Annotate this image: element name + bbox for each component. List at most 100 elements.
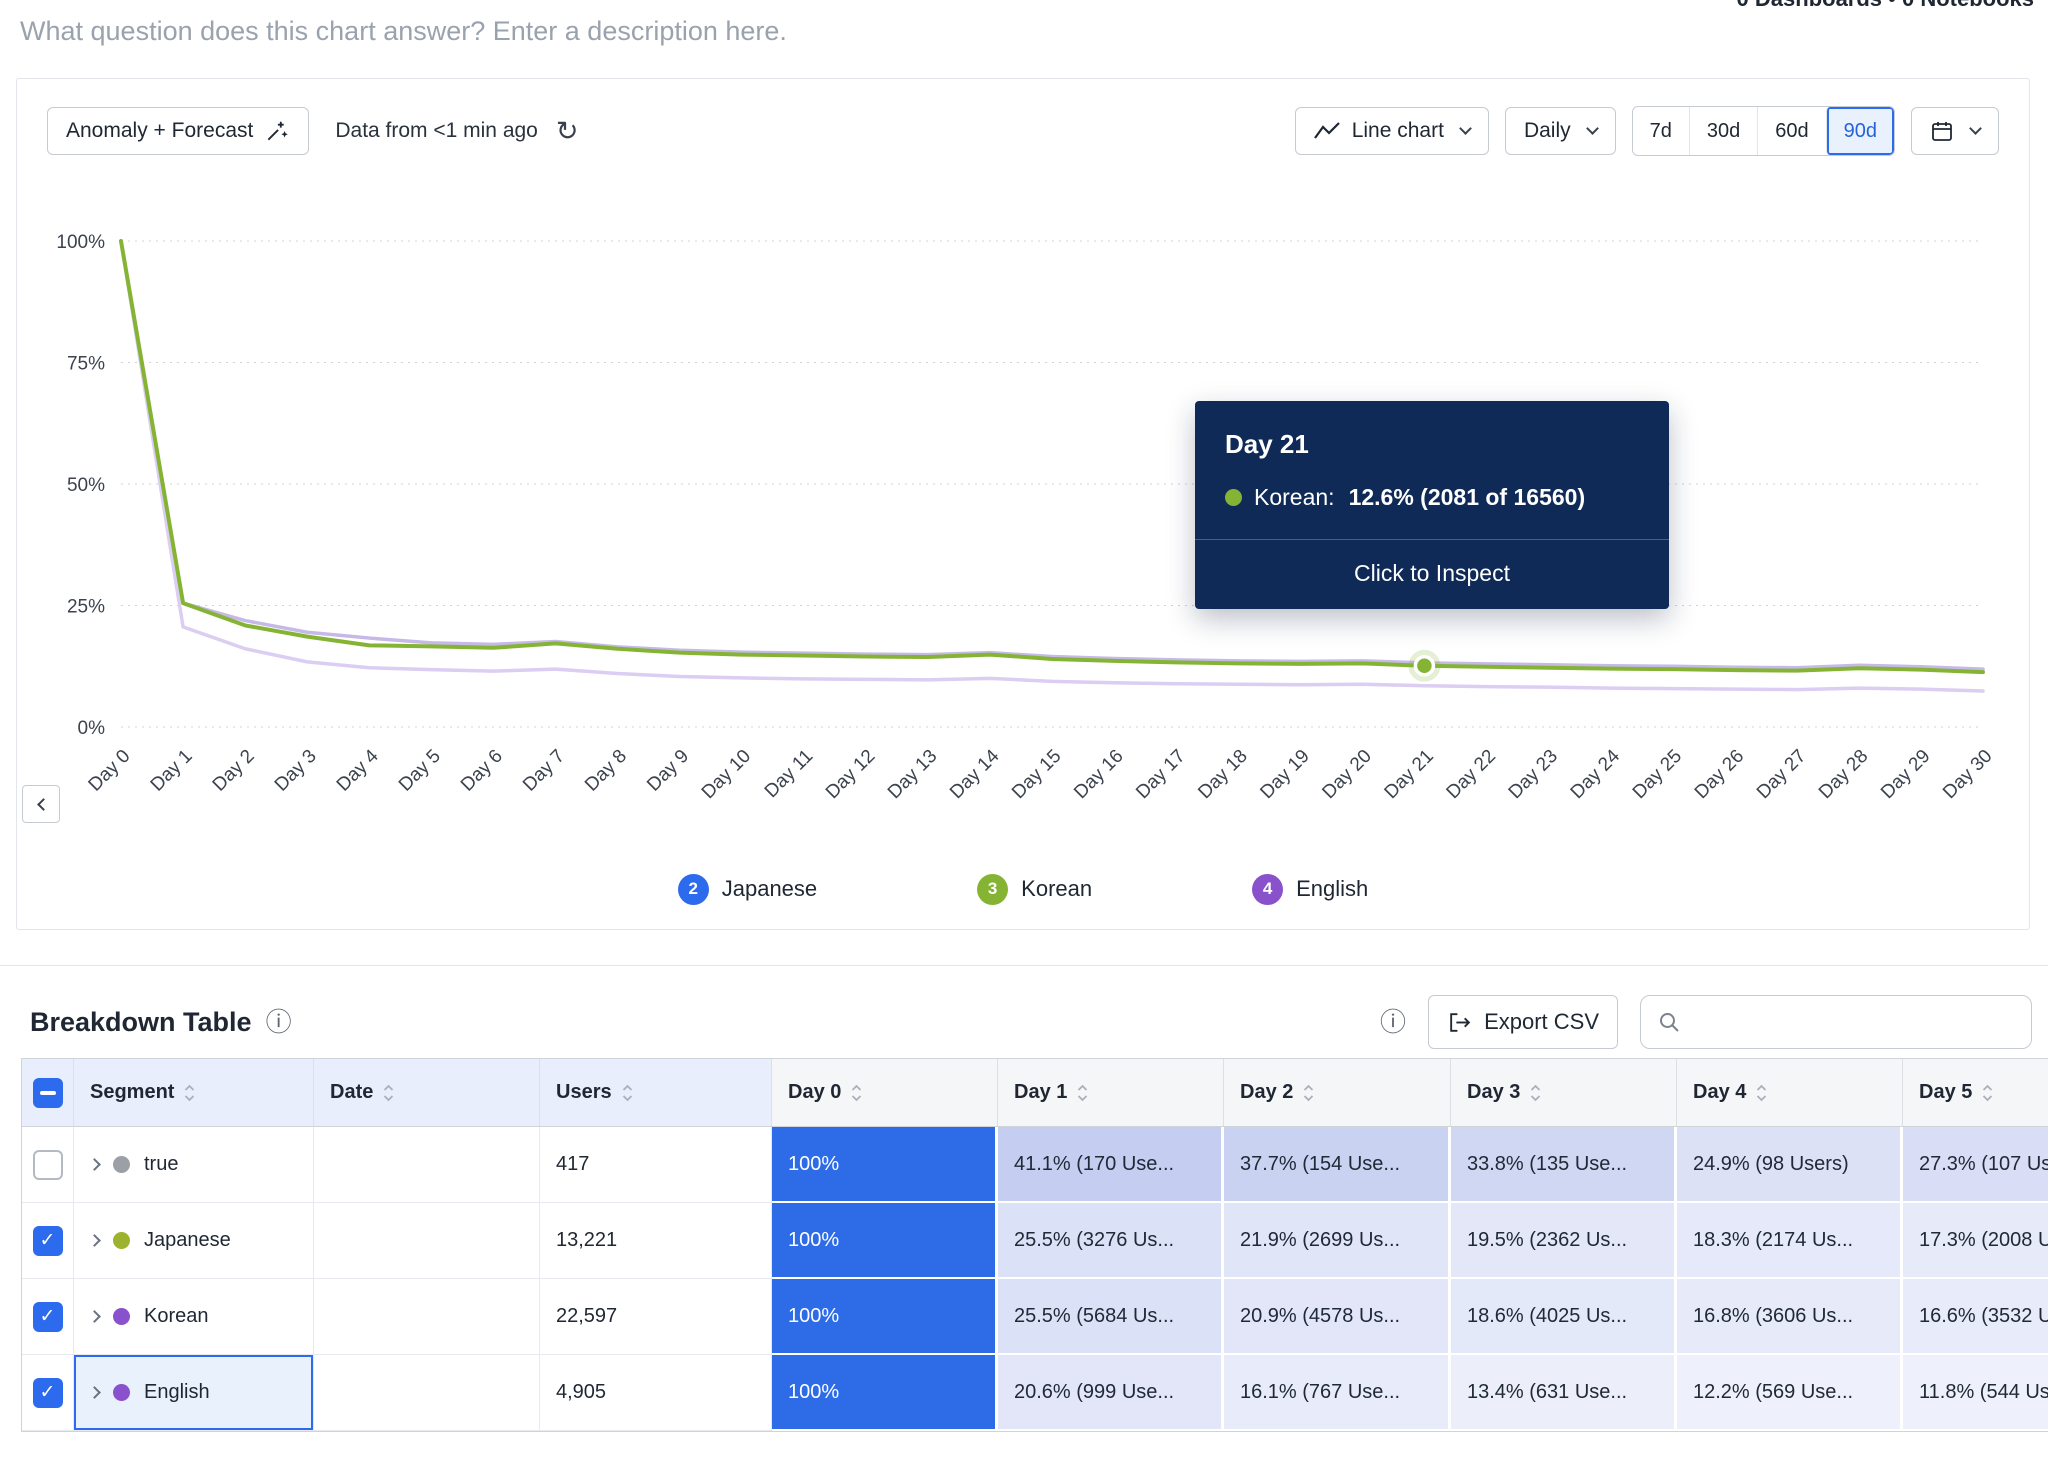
legend-item-japanese[interactable]: 2Japanese xyxy=(678,874,817,905)
row-checkbox[interactable] xyxy=(33,1378,63,1408)
day-1-cell[interactable]: 20.6% (999 Use... xyxy=(998,1355,1224,1431)
day-4-cell[interactable]: 18.3% (2174 Us... xyxy=(1677,1203,1903,1279)
segment-cell[interactable]: Korean xyxy=(74,1279,314,1355)
line-chart[interactable]: 100%75%50%25%0%Day 0Day 1Day 2Day 3Day 4… xyxy=(33,161,2015,861)
y-axis-tick-label: 50% xyxy=(67,475,105,496)
breakdown-section: Breakdown Table ⓘ ⓘ Export CSV Segm xyxy=(0,965,2048,1462)
day-2-cell[interactable]: 16.1% (767 Use... xyxy=(1224,1355,1451,1431)
select-all-header-cell xyxy=(22,1059,74,1127)
day-1-cell[interactable]: 25.5% (5684 Us... xyxy=(998,1279,1224,1355)
chart-description-placeholder[interactable]: What question does this chart answer? En… xyxy=(20,16,787,47)
row-checkbox[interactable] xyxy=(33,1302,63,1332)
tooltip-day-title: Day 21 xyxy=(1225,429,1639,460)
day-3-cell[interactable]: 18.6% (4025 Us... xyxy=(1451,1279,1677,1355)
x-axis-tick-label: Day 12 xyxy=(822,746,879,803)
day-3-cell[interactable]: 19.5% (2362 Us... xyxy=(1451,1203,1677,1279)
column-header-day-1[interactable]: Day 1 xyxy=(998,1059,1224,1127)
day-5-cell[interactable]: 27.3% (107 Use... xyxy=(1903,1127,2048,1203)
day-3-cell[interactable]: 33.8% (135 Use... xyxy=(1451,1127,1677,1203)
series-line-korean[interactable] xyxy=(121,241,1983,672)
day-0-cell[interactable]: 100% xyxy=(772,1203,998,1279)
expand-chevron-icon[interactable] xyxy=(88,1386,101,1399)
column-header-day-2[interactable]: Day 2 xyxy=(1224,1059,1451,1127)
day-0-cell[interactable]: 100% xyxy=(772,1355,998,1431)
search-input[interactable] xyxy=(1693,1010,2015,1034)
anomaly-forecast-button[interactable]: Anomaly + Forecast xyxy=(47,107,309,155)
info-icon[interactable]: ⓘ xyxy=(266,1009,292,1035)
legend: 2Japanese 3Korean 4English xyxy=(17,869,2029,909)
select-all-checkbox[interactable] xyxy=(33,1078,63,1108)
row-checkbox[interactable] xyxy=(33,1226,63,1256)
series-line-japanese[interactable] xyxy=(121,241,1983,669)
range-button-7d[interactable]: 7d xyxy=(1633,107,1689,155)
checkbox-cell xyxy=(22,1355,74,1431)
day-5-cell[interactable]: 11.8% (544 Use... xyxy=(1903,1355,2048,1431)
search-icon xyxy=(1657,1010,1681,1034)
series-line-english[interactable] xyxy=(121,241,1983,691)
calendar-icon xyxy=(1930,119,1954,143)
day-1-cell[interactable]: 25.5% (3276 Us... xyxy=(998,1203,1224,1279)
range-group: 7d30d60d90d xyxy=(1632,106,1895,156)
segment-cell[interactable]: English xyxy=(74,1355,314,1431)
breakdown-header: Breakdown Table ⓘ ⓘ Export CSV xyxy=(0,966,2048,1058)
day-3-cell[interactable]: 13.4% (631 Use... xyxy=(1451,1355,1677,1431)
legend-item-english[interactable]: 4English xyxy=(1252,874,1368,905)
chevron-down-icon xyxy=(1969,122,1982,135)
x-axis-tick-label: Day 5 xyxy=(395,746,445,796)
refresh-icon[interactable]: ↻ xyxy=(556,118,579,145)
day-1-cell[interactable]: 41.1% (170 Use... xyxy=(998,1127,1224,1203)
column-header-day-0[interactable]: Day 0 xyxy=(772,1059,998,1127)
day-5-cell[interactable]: 17.3% (2008 Us... xyxy=(1903,1203,2048,1279)
interval-dropdown[interactable]: Daily xyxy=(1505,107,1616,155)
day-2-cell[interactable]: 20.9% (4578 Us... xyxy=(1224,1279,1451,1355)
range-button-90d[interactable]: 90d xyxy=(1826,107,1894,155)
column-header-segment[interactable]: Segment xyxy=(74,1059,314,1127)
chart-plot-area[interactable]: 100%75%50%25%0%Day 0Day 1Day 2Day 3Day 4… xyxy=(17,161,2029,861)
x-axis-tick-label: Day 11 xyxy=(761,746,817,802)
sort-icon xyxy=(1302,1082,1315,1104)
day-2-cell[interactable]: 37.7% (154 Use... xyxy=(1224,1127,1451,1203)
table-row-korean: Korean22,597100%25.5% (5684 Us...20.9% (… xyxy=(22,1279,2048,1355)
highlighted-point[interactable] xyxy=(1415,657,1433,675)
export-csv-button[interactable]: Export CSV xyxy=(1428,995,1618,1049)
segment-cell[interactable]: true xyxy=(74,1127,314,1203)
x-axis-tick-label: Day 30 xyxy=(1939,746,1996,803)
day-2-cell[interactable]: 21.9% (2699 Us... xyxy=(1224,1203,1451,1279)
date-range-picker[interactable] xyxy=(1911,107,1999,155)
sort-icon xyxy=(1755,1082,1768,1104)
column-header-label: Day 4 xyxy=(1693,1081,1746,1104)
day-4-cell[interactable]: 12.2% (569 Use... xyxy=(1677,1355,1903,1431)
expand-chevron-icon[interactable] xyxy=(88,1310,101,1323)
row-checkbox[interactable] xyxy=(33,1150,63,1180)
day-0-cell[interactable]: 100% xyxy=(772,1127,998,1203)
table-search[interactable] xyxy=(1640,995,2032,1049)
chart-tooltip[interactable]: Day 21 Korean: 12.6% (2081 of 16560) Cli… xyxy=(1195,401,1669,609)
day-4-cell[interactable]: 16.8% (3606 Us... xyxy=(1677,1279,1903,1355)
day-4-cell[interactable]: 24.9% (98 Users) xyxy=(1677,1127,1903,1203)
dashboards-notebooks-count[interactable]: 0 Dashboards • 0 Notebooks xyxy=(1737,0,2034,12)
chart-type-dropdown[interactable]: Line chart xyxy=(1295,107,1489,155)
day-5-cell[interactable]: 16.6% (3532 Us... xyxy=(1903,1279,2048,1355)
column-header-day-5[interactable]: Day 5 xyxy=(1903,1059,2048,1127)
legend-item-korean[interactable]: 3Korean xyxy=(977,874,1092,905)
x-axis-tick-label: Day 16 xyxy=(1070,746,1127,803)
expand-chevron-icon[interactable] xyxy=(88,1234,101,1247)
segment-label: true xyxy=(144,1153,178,1176)
day-0-cell[interactable]: 100% xyxy=(772,1279,998,1355)
tooltip-click-to-inspect[interactable]: Click to Inspect xyxy=(1225,540,1639,609)
column-header-day-3[interactable]: Day 3 xyxy=(1451,1059,1677,1127)
x-axis-tick-label: Day 29 xyxy=(1877,746,1934,803)
range-button-60d[interactable]: 60d xyxy=(1757,107,1825,155)
column-header-date[interactable]: Date xyxy=(314,1059,540,1127)
x-axis-tick-label: Day 26 xyxy=(1691,746,1748,803)
range-button-30d[interactable]: 30d xyxy=(1689,107,1757,155)
collapse-panel-button[interactable] xyxy=(22,785,60,823)
segment-cell[interactable]: Japanese xyxy=(74,1203,314,1279)
column-header-users[interactable]: Users xyxy=(540,1059,772,1127)
expand-chevron-icon[interactable] xyxy=(88,1158,101,1171)
info-icon[interactable]: ⓘ xyxy=(1380,1009,1406,1035)
column-header-day-4[interactable]: Day 4 xyxy=(1677,1059,1903,1127)
chart-card: Anomaly + Forecast Data from <1 min ago … xyxy=(16,78,2030,930)
sort-icon xyxy=(1981,1082,1994,1104)
table-row-english: English4,905100%20.6% (999 Use...16.1% (… xyxy=(22,1355,2048,1431)
